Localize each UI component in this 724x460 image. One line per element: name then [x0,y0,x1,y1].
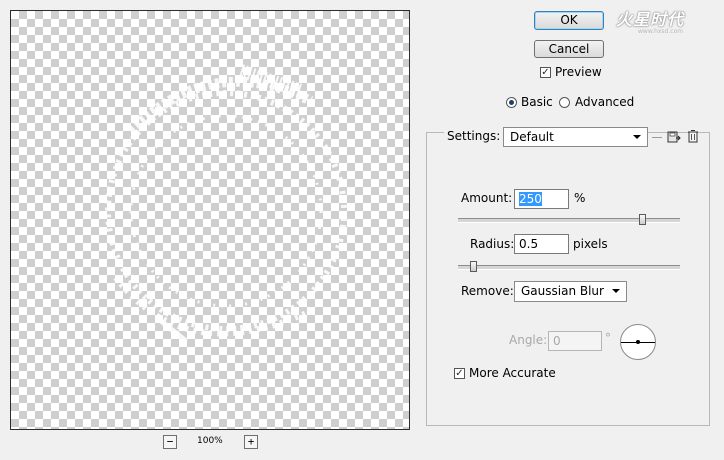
advanced-label: Advanced [575,95,635,109]
zoom-in-button[interactable]: + [244,435,258,449]
angle-label: Angle: [509,333,548,347]
preview-image [105,64,347,343]
angle-unit: ° [605,331,611,345]
angle-input[interactable]: 0 [548,331,602,351]
more-accurate-label: More Accurate [469,366,556,380]
basic-label: Basic [521,95,553,109]
amount-label: Amount: [461,191,513,205]
preview-checkbox[interactable]: ✓ [540,67,551,78]
remove-value: Gaussian Blur [521,284,604,298]
amount-input[interactable]: 250 [514,189,569,209]
settings-group [426,132,710,426]
angle-dial[interactable] [620,324,656,360]
angle-value: 0 [553,334,561,348]
watermark-title: 火星时代 [616,10,685,29]
menu-divider [652,137,662,138]
amount-value: 250 [519,192,542,206]
chevron-down-icon [612,289,620,293]
zoom-level: 100% [197,436,223,446]
watermark-logo: 火星时代 www.hxsd.com [616,6,684,35]
chevron-down-icon [633,135,641,139]
watermark-site: www.hxsd.com [638,28,684,35]
radius-unit: pixels [573,237,608,251]
more-accurate-checkbox[interactable]: ✓ [454,368,465,379]
radius-label: Radius: [470,237,515,251]
ok-button[interactable]: OK [534,11,604,30]
zoom-out-button[interactable]: − [163,435,177,449]
radius-slider-track[interactable] [458,265,680,270]
preview-canvas[interactable] [10,10,410,430]
save-preset-icon[interactable] [667,130,681,144]
preview-label: Preview [555,65,602,79]
radius-value: 0.5 [519,237,539,251]
radius-input[interactable]: 0.5 [514,234,569,254]
basic-radio[interactable] [506,97,517,108]
amount-slider-track[interactable] [458,218,680,223]
remove-select[interactable]: Gaussian Blur [514,281,627,302]
radius-slider-thumb[interactable] [470,261,478,272]
remove-label: Remove: [461,284,514,298]
amount-unit: % [574,191,586,205]
amount-slider-thumb[interactable] [638,214,646,225]
trash-icon[interactable] [686,129,700,143]
settings-select[interactable]: Default [503,127,648,147]
cancel-button[interactable]: Cancel [534,40,604,58]
settings-value: Default [510,130,554,144]
advanced-radio[interactable] [559,97,570,108]
settings-label: Settings: [444,129,504,143]
